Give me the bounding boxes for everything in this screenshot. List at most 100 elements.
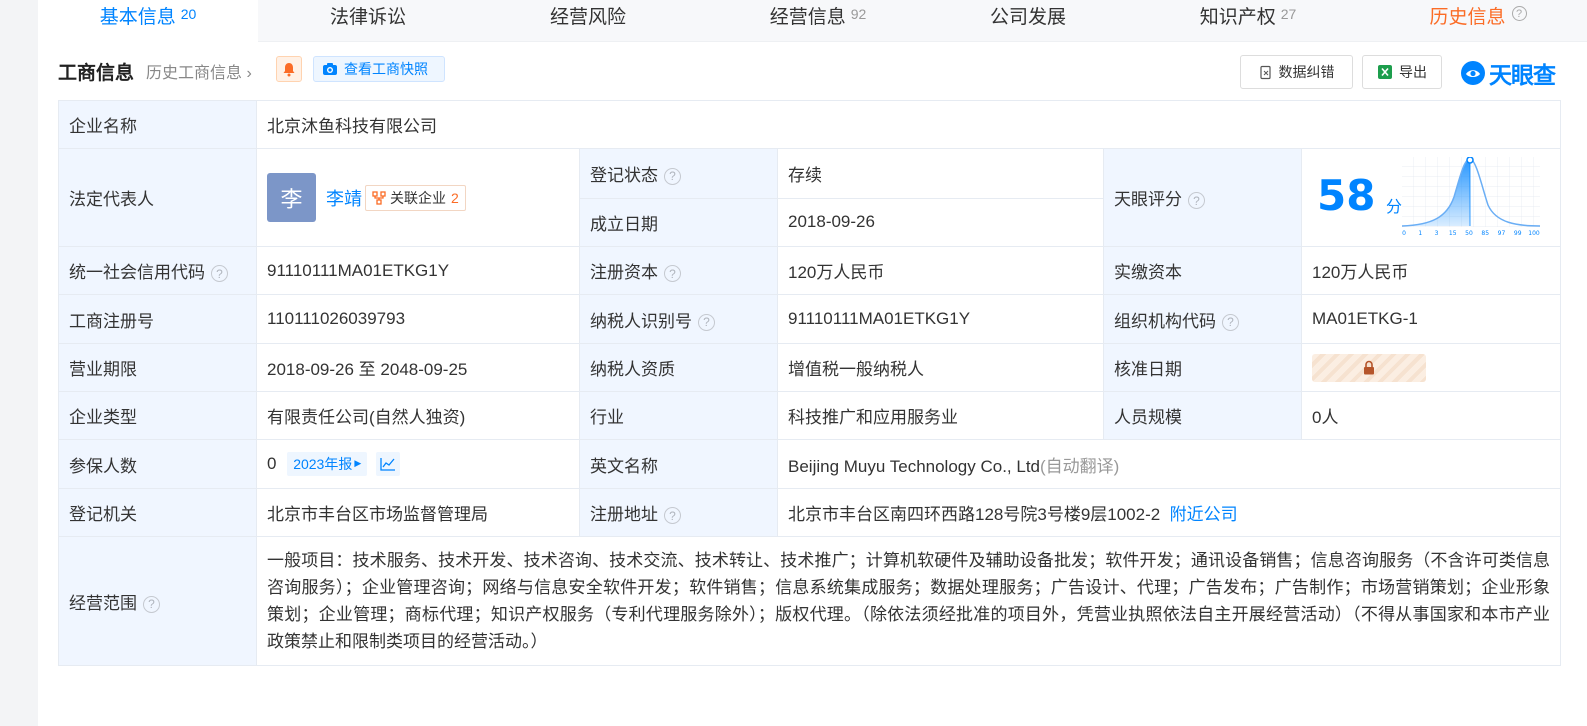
table-row: 统一社会信用代码? 91110111MA01ETKG1Y 注册资本? 120万人… xyxy=(58,246,1562,295)
table-row: 企业名称 北京沐鱼科技有限公司 xyxy=(58,100,1562,149)
camera-icon xyxy=(323,63,337,75)
bell-button[interactable] xyxy=(276,56,302,82)
industry-label: 行业 xyxy=(579,391,778,440)
help-icon[interactable]: ? xyxy=(1222,313,1239,331)
tab-label: 经营信息 xyxy=(769,7,846,28)
tab-label: 基本信息 xyxy=(99,7,176,28)
tab-label: 公司发展 xyxy=(989,7,1066,28)
bell-icon xyxy=(283,62,295,76)
annual-report-tag[interactable]: 2023年报 ▶ xyxy=(287,451,368,476)
industry-value: 科技推广和应用服务业 xyxy=(777,391,1104,440)
reg-capital-label-cell: 注册资本? xyxy=(579,246,778,295)
related-companies-label: 关联企业 xyxy=(390,189,446,206)
company-name-label: 企业名称 xyxy=(58,100,257,149)
business-term-value: 2018-09-26 至 2048-09-25 xyxy=(256,343,580,392)
help-icon[interactable]: ? xyxy=(1188,192,1205,210)
uscc-label: 统一社会信用代码 xyxy=(69,263,205,282)
network-icon xyxy=(372,190,386,205)
tab-label: 经营风险 xyxy=(549,7,626,28)
snapshot-button-label: 查看工商快照 xyxy=(344,61,428,77)
data-correct-label: 数据纠错 xyxy=(1278,64,1335,80)
score-cell[interactable]: 58 分 0 1 3 15 50 85 97 99 100 xyxy=(1300,148,1562,247)
taxpayer-id-value: 91110111MA01ETKG1Y xyxy=(777,294,1104,344)
score-tick-label: 99 xyxy=(1514,230,1522,237)
score-label-cell: 天眼评分? xyxy=(1103,148,1302,247)
score-unit: 分 xyxy=(1386,199,1403,216)
related-companies-tag[interactable]: 关联企业 2 xyxy=(365,184,466,211)
help-icon[interactable]: ? xyxy=(698,313,715,331)
brand-logo: 天眼查 xyxy=(1460,56,1556,90)
business-term-label: 营业期限 xyxy=(58,343,257,392)
english-name-value: Beijing Muyu Technology Co., Ltd xyxy=(788,456,1041,476)
score-tick-label: 3 xyxy=(1435,230,1439,237)
tab-bar: 基本信息 20 法律诉讼 经营风险 经营信息 92 公司发展 知识产权 27 历史信息… xyxy=(38,0,1587,42)
help-icon[interactable]: ? xyxy=(664,265,681,283)
tab-operation[interactable]: 经营信息 92 xyxy=(728,0,908,42)
trend-button[interactable] xyxy=(376,452,401,477)
trend-chart-icon xyxy=(380,458,396,471)
taxpayer-qual-value: 增值税一般纳税人 xyxy=(777,343,1104,392)
score-tick-label: 100 xyxy=(1528,230,1540,237)
reg-number-value: 110111026039793 xyxy=(256,294,580,344)
help-icon[interactable]: ? xyxy=(143,595,160,613)
taxpayer-id-label-cell: 纳税人识别号? xyxy=(579,294,778,344)
tab-basic-info[interactable]: 基本信息 20 xyxy=(38,0,258,42)
score-distribution-chart: 0 1 3 15 50 85 97 99 100 xyxy=(1402,157,1540,237)
paid-capital-label: 实缴资本 xyxy=(1103,246,1302,295)
help-icon[interactable]: ? xyxy=(211,265,228,283)
uscc-value: 91110111MA01ETKG1Y xyxy=(256,246,580,295)
auto-translate-note: (自动翻译) xyxy=(1040,456,1120,476)
org-code-label: 组织机构代码 xyxy=(1114,311,1216,331)
uscc-label-cell: 统一社会信用代码? xyxy=(58,246,257,295)
score-tick-label: 0 xyxy=(1402,230,1406,237)
help-icon[interactable]: ? xyxy=(664,507,681,525)
export-label: 导出 xyxy=(1399,64,1427,80)
approve-date-label: 核准日期 xyxy=(1103,343,1302,392)
status-label-cell: 登记状态? xyxy=(579,148,778,199)
scope-label: 经营范围 xyxy=(69,593,137,613)
locked-value[interactable] xyxy=(1312,353,1426,382)
taxpayer-id-label: 纳税人识别号 xyxy=(590,311,692,331)
history-link[interactable]: 历史工商信息 › xyxy=(146,59,252,83)
reg-capital-label: 注册资本 xyxy=(590,263,658,282)
legal-rep-name-link[interactable]: 李靖 xyxy=(326,185,362,211)
tab-count: 27 xyxy=(1280,6,1297,22)
taxpayer-qual-label: 纳税人资质 xyxy=(579,343,778,392)
table-row: 营业期限 2018-09-26 至 2048-09-25 纳税人资质 增值税一般… xyxy=(58,343,1562,392)
help-icon[interactable]: ? xyxy=(664,167,681,185)
table-row: 参保人数 0 2023年报 ▶ 英文名称 Beijing Muyu Technol… xyxy=(58,439,1562,489)
scope-value: 一般项目：技术服务、技术开发、技术咨询、技术交流、技术转让、技术推广；计算机软硬… xyxy=(255,536,1562,666)
nearby-companies-link[interactable]: 附近公司 xyxy=(1170,505,1238,524)
excel-icon xyxy=(1378,65,1392,79)
table-row: 经营范围? 一般项目：技术服务、技术开发、技术咨询、技术交流、技术转让、技术推广… xyxy=(58,536,1562,666)
brand-name: 天眼查 xyxy=(1489,62,1556,88)
score-tick-label: 1 xyxy=(1418,230,1422,237)
snapshot-button[interactable]: 查看工商快照 xyxy=(313,56,445,82)
authority-value: 北京市丰台区市场监督管理局 xyxy=(256,488,580,537)
export-button[interactable]: 导出 xyxy=(1362,55,1442,89)
help-icon[interactable]: ? xyxy=(1511,6,1527,21)
address-value: 北京市丰台区南四环西路128号院3号楼9层1002-2 xyxy=(788,505,1161,524)
staff-size-label: 人员规模 xyxy=(1103,391,1302,440)
data-correct-button[interactable]: 数据纠错 xyxy=(1240,55,1353,89)
scope-label-cell: 经营范围? xyxy=(58,536,257,666)
table-row: 企业类型 有限责任公司(自然人独资) 行业 科技推广和应用服务业 人员规模 0人 xyxy=(58,391,1562,440)
score-tick-label: 15 xyxy=(1449,230,1457,237)
tab-legal[interactable]: 法律诉讼 xyxy=(278,0,458,42)
legal-rep-label: 法定代表人 xyxy=(58,148,257,247)
related-companies-count: 2 xyxy=(451,189,459,206)
tab-development[interactable]: 公司发展 xyxy=(938,0,1118,42)
business-info-table: 企业名称 北京沐鱼科技有限公司 法定代表人 李 李靖 关联企业 2 登记状态? 存… xyxy=(58,100,1562,666)
company-type-label: 企业类型 xyxy=(58,391,257,440)
tab-label: 法律诉讼 xyxy=(329,7,406,28)
org-code-label-cell: 组织机构代码? xyxy=(1103,294,1302,344)
tab-risk[interactable]: 经营风险 xyxy=(498,0,678,42)
history-link-label: 历史工商信息 xyxy=(146,65,243,82)
tab-ip[interactable]: 知识产权 27 xyxy=(1158,0,1338,42)
address-label: 注册地址 xyxy=(590,505,658,524)
tab-history[interactable]: 历史信息? xyxy=(1378,0,1578,42)
table-row: 工商注册号 110111026039793 纳税人识别号? 91110111MA… xyxy=(58,294,1562,344)
insured-value: 0 xyxy=(267,453,277,473)
tab-count: 92 xyxy=(850,6,867,22)
avatar[interactable]: 李 xyxy=(267,173,316,222)
